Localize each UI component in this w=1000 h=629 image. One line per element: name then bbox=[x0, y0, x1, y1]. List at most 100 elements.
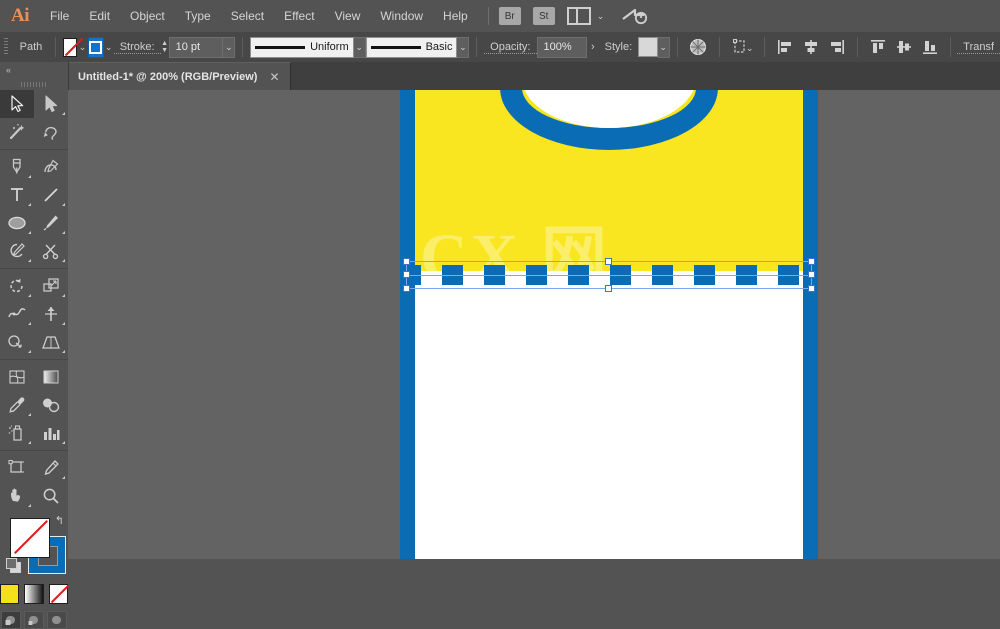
gradient-tool[interactable] bbox=[34, 363, 68, 391]
bbox-handle-middle-left[interactable] bbox=[403, 271, 410, 278]
app-logo-icon: Ai bbox=[0, 0, 40, 32]
mesh-tool[interactable] bbox=[0, 363, 34, 391]
bbox-handle-middle-right[interactable] bbox=[808, 271, 815, 278]
pen-tool[interactable] bbox=[0, 153, 34, 181]
align-center-vertical-icon[interactable] bbox=[896, 39, 912, 55]
bbox-handle-top-center[interactable] bbox=[605, 258, 612, 265]
symbol-sprayer-tool[interactable] bbox=[0, 419, 34, 447]
bridge-button[interactable]: Br bbox=[499, 7, 521, 25]
bbox-handle-bottom-center[interactable] bbox=[605, 285, 612, 292]
free-transform-tool[interactable] bbox=[34, 300, 68, 328]
tool-divider-1 bbox=[0, 149, 68, 150]
full-screen-menubar-mode-icon[interactable] bbox=[24, 611, 44, 629]
full-screen-mode-icon[interactable] bbox=[47, 611, 67, 629]
control-bar-grip[interactable] bbox=[4, 38, 8, 56]
ellipse-tool[interactable] bbox=[0, 209, 34, 237]
magic-wand-tool[interactable] bbox=[0, 118, 34, 146]
default-fill-stroke-icon[interactable] bbox=[6, 558, 20, 572]
uniform-profile-icon bbox=[255, 46, 305, 49]
blend-tool[interactable] bbox=[34, 391, 68, 419]
fill-color-swatch[interactable] bbox=[63, 38, 77, 57]
tools-panel-grip[interactable] bbox=[0, 78, 68, 90]
line-segment-tool[interactable] bbox=[34, 181, 68, 209]
paintbrush-tool[interactable] bbox=[34, 209, 68, 237]
width-tool[interactable] bbox=[0, 300, 34, 328]
opacity-input[interactable]: 100% bbox=[537, 37, 587, 58]
style-chevron-icon[interactable]: ⌄ bbox=[658, 37, 670, 58]
type-tool[interactable] bbox=[0, 181, 34, 209]
brush-definition-chevron-icon[interactable]: ⌄ bbox=[457, 37, 469, 58]
menu-view[interactable]: View bbox=[325, 0, 371, 32]
stroke-color-swatch[interactable] bbox=[88, 37, 104, 58]
slice-tool[interactable] bbox=[34, 454, 68, 482]
direct-selection-tool[interactable] bbox=[34, 90, 68, 118]
artboard[interactable]: CX 网 bbox=[400, 90, 818, 559]
zoom-tool[interactable] bbox=[34, 482, 68, 510]
tool-group-indicator-icon bbox=[28, 294, 31, 297]
align-right-icon[interactable] bbox=[829, 39, 845, 55]
collapse-panel-button[interactable]: « bbox=[0, 62, 68, 78]
scale-tool[interactable] bbox=[34, 272, 68, 300]
rotate-tool[interactable] bbox=[0, 272, 34, 300]
artboard-tool[interactable] bbox=[0, 454, 34, 482]
opacity-options-icon[interactable]: › bbox=[587, 38, 599, 57]
shape-builder-tool[interactable] bbox=[0, 328, 34, 356]
stock-button[interactable]: St bbox=[533, 7, 555, 25]
bbox-handle-bottom-left[interactable] bbox=[403, 285, 410, 292]
creative-cloud-icon[interactable] bbox=[622, 7, 648, 25]
gradient-swatch-button[interactable] bbox=[24, 584, 43, 604]
tool-group-indicator-icon bbox=[28, 322, 31, 325]
close-icon[interactable]: ✕ bbox=[269, 70, 279, 84]
stroke-label[interactable]: Stroke: bbox=[114, 41, 161, 54]
menu-type[interactable]: Type bbox=[175, 0, 221, 32]
jersey-right-stripe[interactable] bbox=[803, 90, 818, 559]
bbox-handle-bottom-right[interactable] bbox=[808, 285, 815, 292]
recolor-artwork-icon[interactable] bbox=[689, 38, 707, 56]
normal-screen-mode-icon[interactable] bbox=[1, 611, 21, 629]
align-bottom-icon[interactable] bbox=[922, 39, 938, 55]
tool-group-indicator-icon bbox=[62, 350, 65, 353]
menu-edit[interactable]: Edit bbox=[79, 0, 120, 32]
swap-fill-stroke-icon[interactable]: ↰ bbox=[55, 514, 64, 527]
column-graph-tool[interactable] bbox=[34, 419, 68, 447]
selected-path-group[interactable] bbox=[400, 258, 818, 292]
jersey-left-stripe[interactable] bbox=[400, 90, 415, 559]
shaper-tool[interactable] bbox=[0, 237, 34, 265]
menu-window[interactable]: Window bbox=[370, 0, 433, 32]
menu-file[interactable]: File bbox=[40, 0, 79, 32]
color-swatch-button[interactable] bbox=[0, 584, 19, 604]
stroke-dropdown-chevron-icon[interactable]: ⌄ bbox=[104, 38, 114, 57]
stroke-weight-input[interactable]: 10 pt bbox=[169, 37, 224, 58]
document-tab[interactable]: Untitled-1* @ 200% (RGB/Preview) ✕ bbox=[68, 62, 291, 90]
bbox-handle-top-right[interactable] bbox=[808, 258, 815, 265]
none-swatch-button[interactable] bbox=[49, 584, 68, 604]
align-center-horizontal-icon[interactable] bbox=[803, 39, 819, 55]
shape-transform-icon[interactable]: ⌄ bbox=[732, 39, 752, 55]
graphic-style-swatch[interactable] bbox=[638, 37, 658, 57]
opacity-label[interactable]: Opacity: bbox=[484, 41, 536, 54]
curvature-tool[interactable] bbox=[34, 153, 68, 181]
menu-select[interactable]: Select bbox=[221, 0, 274, 32]
scissors-tool[interactable] bbox=[34, 237, 68, 265]
document-canvas[interactable]: CX 网 bbox=[68, 90, 1000, 559]
align-top-icon[interactable] bbox=[870, 39, 886, 55]
menu-effect[interactable]: Effect bbox=[274, 0, 324, 32]
perspective-grid-tool[interactable] bbox=[34, 328, 68, 356]
lasso-tool[interactable] bbox=[34, 118, 68, 146]
bbox-handle-top-left[interactable] bbox=[403, 258, 410, 265]
stroke-profile-combo[interactable]: Uniform bbox=[250, 37, 354, 58]
workspace-switcher-icon[interactable]: ⌄ bbox=[567, 7, 605, 25]
control-divider-2 bbox=[242, 37, 243, 57]
menu-help[interactable]: Help bbox=[433, 0, 478, 32]
selection-tool[interactable] bbox=[0, 90, 34, 118]
eyedropper-tool[interactable] bbox=[0, 391, 34, 419]
stroke-weight-chevron-icon[interactable]: ⌄ bbox=[223, 37, 235, 58]
brush-definition-combo[interactable]: Basic bbox=[366, 37, 458, 58]
menu-object[interactable]: Object bbox=[120, 0, 175, 32]
stroke-weight-stepper[interactable]: ▲▼ bbox=[161, 38, 169, 57]
fill-proxy-swatch[interactable] bbox=[10, 518, 50, 558]
align-left-icon[interactable] bbox=[777, 39, 793, 55]
hand-tool[interactable] bbox=[0, 482, 34, 510]
transform-label[interactable]: Transf bbox=[957, 41, 1000, 54]
stroke-profile-chevron-icon[interactable]: ⌄ bbox=[354, 37, 366, 58]
